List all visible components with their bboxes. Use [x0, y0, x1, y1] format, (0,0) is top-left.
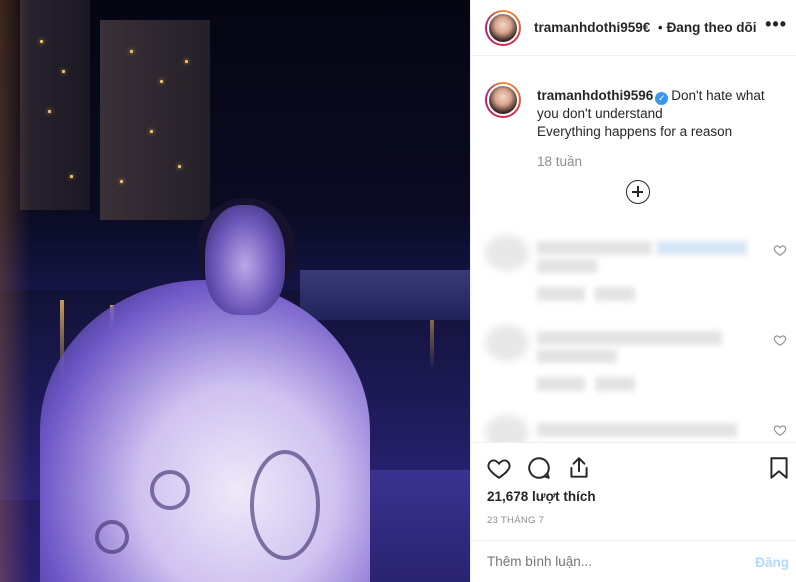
dress-pattern: [95, 520, 129, 554]
caption-avatar[interactable]: [485, 82, 521, 118]
window-light: [48, 110, 51, 113]
bookmark-icon[interactable]: [766, 455, 792, 481]
heart-icon[interactable]: [486, 455, 512, 481]
window-light: [185, 60, 188, 63]
comment-item: [485, 325, 787, 405]
blurred-text: [595, 377, 635, 391]
comment-item: [485, 415, 787, 442]
caption-username[interactable]: tramanhdothi9596: [537, 88, 653, 103]
likes-count[interactable]: 21,678 lượt thích: [487, 489, 596, 504]
building-right: [100, 20, 210, 220]
window-light: [150, 130, 153, 133]
blurred-text: [537, 259, 597, 273]
dress-pattern: [250, 450, 320, 560]
blurred-text: [657, 241, 747, 255]
add-comment-bar: Đăng: [471, 540, 796, 582]
heart-outline-icon[interactable]: [773, 243, 787, 257]
person-dress: [40, 280, 370, 582]
blurred-avatar: [485, 235, 529, 271]
verified-badge-icon: ✓: [655, 92, 669, 105]
comment-item: [485, 235, 787, 315]
blurred-text: [537, 331, 722, 345]
avatar[interactable]: [485, 9, 521, 46]
window-light: [70, 175, 73, 178]
post-date[interactable]: 23 THÁNG 7: [487, 515, 544, 526]
comment-icon[interactable]: [526, 455, 552, 481]
post-time[interactable]: 18 tuần: [537, 154, 582, 169]
dress-pattern: [150, 470, 190, 510]
heart-outline-icon[interactable]: [773, 333, 787, 347]
caption-line-1: Don't hate what: [671, 88, 765, 103]
following-button[interactable]: Đang theo dõi: [667, 20, 757, 35]
post-button[interactable]: Đăng: [755, 555, 789, 570]
caption-line-3: Everything happens for a reason: [537, 124, 733, 139]
heart-outline-icon[interactable]: [773, 423, 787, 437]
comment-input[interactable]: [487, 554, 717, 569]
window-light: [178, 165, 181, 168]
window-light: [130, 50, 133, 53]
window-light: [40, 40, 43, 43]
blurred-text: [537, 423, 737, 437]
person-face: [205, 205, 285, 315]
comments-section[interactable]: tramanhdothi9596 ✓ Don't hate what you don…: [471, 57, 796, 442]
avatar-image: [487, 84, 519, 116]
post-sidebar: tramanhdothi959€ • Đang theo dõi ••• tra…: [470, 0, 796, 582]
header-username[interactable]: tramanhdothi959€: [534, 20, 654, 35]
blurred-text: [537, 377, 585, 391]
plus-circle-icon[interactable]: [626, 180, 650, 204]
blurred-text: [537, 287, 585, 301]
action-bar: 21,678 lượt thích 23 THÁNG 7: [471, 442, 796, 540]
separator-dot: •: [658, 20, 663, 35]
blurred-text: [537, 349, 617, 363]
window-light: [160, 80, 163, 83]
caption-text: tramanhdothi9596 ✓ Don't hate what you don…: [537, 87, 787, 141]
building-left: [20, 0, 90, 210]
pier: [300, 270, 470, 320]
blurred-avatar: [485, 325, 529, 361]
blurred-avatar: [485, 415, 529, 442]
post-header: tramanhdothi959€ • Đang theo dõi •••: [471, 0, 796, 56]
light-leak: [0, 0, 30, 582]
blurred-text: [537, 241, 652, 255]
post-photo[interactable]: [0, 0, 470, 582]
caption-line-2: you don't understand: [537, 106, 663, 121]
window-light: [62, 70, 65, 73]
blurred-text: [595, 287, 635, 301]
window-light: [120, 180, 123, 183]
share-icon[interactable]: [566, 455, 592, 481]
more-icon[interactable]: •••: [765, 15, 787, 33]
avatar-image: [487, 11, 519, 44]
